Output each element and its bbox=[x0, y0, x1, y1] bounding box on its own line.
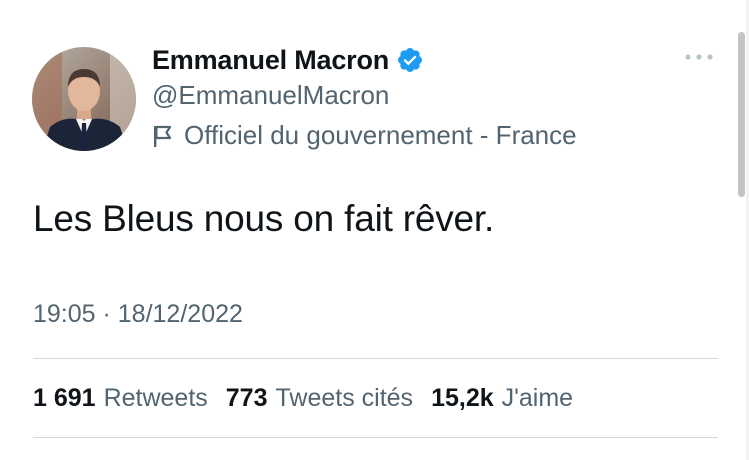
government-label-text: Officiel du gouvernement - France bbox=[184, 120, 577, 150]
scrollbar[interactable] bbox=[738, 32, 745, 197]
quote-tweets-count: 773 bbox=[225, 384, 268, 412]
tweet-text: Les Bleus nous on fait rêver. bbox=[33, 198, 495, 239]
likes-count: 15,2k bbox=[431, 384, 494, 412]
handle[interactable]: @EmmanuelMacron bbox=[152, 80, 389, 111]
retweets-label: Retweets bbox=[103, 384, 208, 412]
divider bbox=[33, 358, 718, 359]
quote-tweets-stat[interactable]: 773 Tweets cités bbox=[226, 384, 413, 413]
retweets-count: 1 691 bbox=[33, 384, 96, 412]
display-name[interactable]: Emmanuel Macron bbox=[152, 45, 389, 76]
flag-icon bbox=[152, 124, 174, 148]
divider bbox=[33, 437, 718, 438]
tweet-card: Emmanuel Macron @EmmanuelMacron Officiel… bbox=[0, 0, 749, 460]
avatar-image bbox=[32, 47, 136, 151]
quote-tweets-label: Tweets cités bbox=[275, 384, 414, 412]
retweets-stat[interactable]: 1 691 Retweets bbox=[33, 384, 208, 413]
tweet-timestamp[interactable]: 19:05 · 18/12/2022 bbox=[33, 300, 243, 329]
verified-badge-icon bbox=[396, 46, 424, 74]
likes-stat[interactable]: 15,2k J'aime bbox=[431, 384, 573, 413]
name-row: Emmanuel Macron bbox=[152, 40, 424, 80]
government-label: Officiel du gouvernement - France bbox=[152, 120, 577, 151]
likes-label: J'aime bbox=[501, 384, 574, 412]
engagement-stats: 1 691 Retweets 773 Tweets cités 15,2k J'… bbox=[33, 384, 591, 413]
avatar[interactable] bbox=[32, 47, 136, 151]
more-options-icon[interactable] bbox=[682, 50, 716, 64]
